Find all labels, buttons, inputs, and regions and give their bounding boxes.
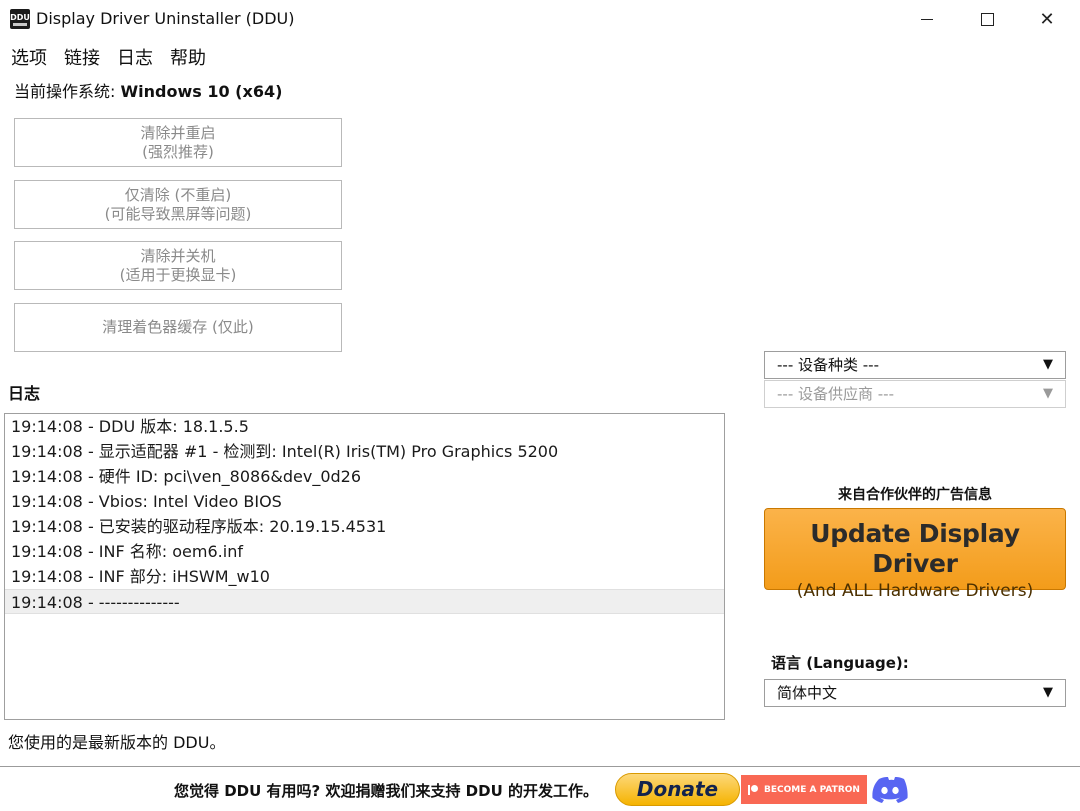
menu-options[interactable]: 选项 — [11, 40, 47, 70]
close-button[interactable]: ✕ — [1017, 0, 1077, 38]
device-vendor-value: --- 设备供应商 --- — [777, 385, 895, 403]
maximize-icon — [980, 12, 994, 26]
patron-label: BECOME A PATRON — [764, 784, 860, 795]
button-sublabel: (强烈推荐) — [142, 142, 214, 161]
log-line-selected[interactable]: 19:14:08 - -------------- — [5, 589, 724, 614]
device-vendor-select[interactable]: --- 设备供应商 --- ▼ — [764, 380, 1066, 408]
os-value: Windows 10 (x64) — [120, 82, 283, 101]
log-line[interactable]: 19:14:08 - INF 名称: oem6.inf — [5, 539, 724, 564]
clean-no-restart-button[interactable]: 仅清除 (不重启) (可能导致黑屏等问题) — [14, 180, 342, 229]
update-driver-ad-banner[interactable]: Update Display Driver (And ALL Hardware … — [764, 508, 1066, 601]
device-type-value: --- 设备种类 --- — [777, 356, 880, 374]
log-line[interactable]: 19:14:08 - INF 部分: iHSWM_w10 — [5, 564, 724, 589]
clean-and-shutdown-button[interactable]: 清除并关机 (适用于更换显卡) — [14, 241, 342, 290]
donation-bar: 您觉得 DDU 有用吗? 欢迎捐赠我们来支持 DDU 的开发工作。 Donate… — [0, 766, 1080, 811]
button-label: 仅清除 (不重启) — [124, 185, 232, 204]
minimize-button[interactable] — [897, 0, 957, 38]
log-line[interactable]: 19:14:08 - 硬件 ID: pci\ven_8086&dev_0d26 — [5, 464, 724, 489]
button-sublabel: (适用于更换显卡) — [119, 265, 237, 284]
become-patron-button[interactable]: BECOME A PATRON — [741, 775, 867, 804]
dropdown-arrow-icon: ▼ — [1043, 357, 1053, 372]
os-label: 当前操作系统: — [14, 82, 116, 101]
dropdown-arrow-icon: ▼ — [1043, 386, 1053, 401]
language-select[interactable]: 简体中文 ▼ — [764, 679, 1066, 707]
dropdown-arrow-icon: ▼ — [1043, 685, 1053, 700]
maximize-button[interactable] — [957, 0, 1017, 38]
status-message: 您使用的是最新版本的 DDU。 — [8, 733, 226, 752]
log-line[interactable]: 19:14:08 - 显示适配器 #1 - 检测到: Intel(R) Iris… — [5, 439, 724, 464]
current-os: 当前操作系统: Windows 10 (x64) — [14, 78, 282, 102]
language-label: 语言 (Language): — [771, 654, 909, 672]
menu-links[interactable]: 链接 — [64, 40, 100, 70]
ddu-app-icon: DDU — [10, 9, 30, 29]
ad-headline: Update Display Driver — [810, 519, 1020, 578]
ad-title: 来自合作伙伴的广告信息 — [838, 487, 992, 503]
ddu-window: DDU Display Driver Uninstaller (DDU) ✕ 选… — [0, 0, 1080, 811]
menu-help[interactable]: 帮助 — [170, 40, 206, 70]
close-icon: ✕ — [1039, 8, 1055, 30]
menu-log[interactable]: 日志 — [117, 40, 153, 70]
donate-button[interactable]: Donate — [615, 773, 740, 806]
clean-shader-cache-button[interactable]: 清理着色器缓存 (仅此) — [14, 303, 342, 352]
donation-text: 您觉得 DDU 有用吗? 欢迎捐赠我们来支持 DDU 的开发工作。 — [174, 782, 598, 800]
clean-and-restart-button[interactable]: 清除并重启 (强烈推荐) — [14, 118, 342, 167]
button-label: 清理着色器缓存 (仅此) — [102, 318, 254, 336]
device-type-select[interactable]: --- 设备种类 --- ▼ — [764, 351, 1066, 379]
log-heading: 日志 — [8, 384, 41, 403]
log-list[interactable]: 19:14:08 - DDU 版本: 18.1.5.5 19:14:08 - 显… — [4, 413, 725, 720]
patreon-icon — [748, 784, 759, 795]
title-bar[interactable]: DDU Display Driver Uninstaller (DDU) ✕ — [0, 0, 1080, 38]
discord-icon[interactable] — [871, 775, 909, 805]
button-sublabel: (可能导致黑屏等问题) — [104, 204, 252, 223]
minimize-icon — [921, 18, 933, 20]
app-icon-text: DDU — [10, 12, 30, 22]
window-title: Display Driver Uninstaller (DDU) — [36, 9, 295, 28]
button-label: 清除并重启 — [140, 123, 216, 142]
button-label: 清除并关机 — [140, 246, 216, 265]
menu-bar: 选项 链接 日志 帮助 — [0, 40, 212, 70]
language-value: 简体中文 — [777, 684, 838, 702]
ad-subline: (And ALL Hardware Drivers) — [796, 581, 1034, 601]
log-line[interactable]: 19:14:08 - 已安装的驱动程序版本: 20.19.15.4531 — [5, 514, 724, 539]
log-line[interactable]: 19:14:08 - Vbios: Intel Video BIOS — [5, 489, 724, 514]
log-line[interactable]: 19:14:08 - DDU 版本: 18.1.5.5 — [5, 414, 724, 439]
